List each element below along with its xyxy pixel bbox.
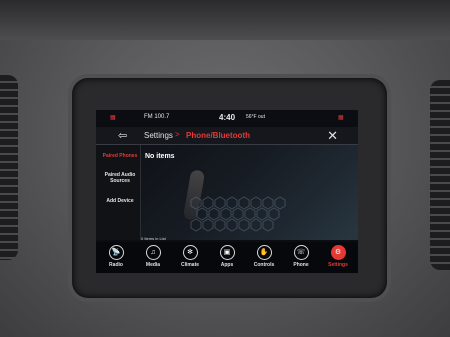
nav-controls[interactable]: ✋ Controls <box>246 242 282 273</box>
hexagon-pattern <box>190 196 286 232</box>
nav-radio[interactable]: 📡 Radio <box>98 242 134 273</box>
back-arrow-icon[interactable]: ⇦ <box>118 129 127 142</box>
sidebar: Paired Phones Paired Audio Sources Add D… <box>96 145 141 240</box>
page-header: ⇦ Settings > Phone/Bluetooth ✕ <box>96 127 358 145</box>
sidebar-item-paired-phones[interactable]: Paired Phones <box>100 153 140 159</box>
phone-icon: ☏ <box>293 245 309 260</box>
dashboard-top <box>0 0 450 40</box>
nav-label: Radio <box>109 262 123 268</box>
bottom-nav-bar: 📡 Radio ♫ Media ✻ Climate ▣ Apps ✋ Contr… <box>96 242 358 273</box>
sidebar-item-add-device[interactable]: Add Device <box>100 198 140 204</box>
radio-tower-icon: 📡 <box>108 245 124 260</box>
content-panel: No items <box>141 145 358 240</box>
media-note-icon: ♫ <box>145 245 161 260</box>
nav-settings[interactable]: ⚙ Settings <box>320 242 356 273</box>
nav-label: Apps <box>220 262 234 268</box>
right-air-vent <box>430 80 450 270</box>
breadcrumb-separator: > <box>175 130 180 139</box>
sidebar-item-paired-audio-sources[interactable]: Paired Audio Sources <box>100 172 140 184</box>
left-air-vent <box>0 75 18 260</box>
nav-label: Media <box>145 262 161 268</box>
list-count: 0 Items in List <box>141 236 166 241</box>
uconnect-apps-icon[interactable]: ▦ <box>110 114 116 121</box>
empty-list-message: No items <box>145 153 175 160</box>
nav-label: Settings <box>328 262 348 268</box>
close-icon[interactable]: ✕ <box>327 128 338 144</box>
settings-gear-icon: ⚙ <box>330 245 346 260</box>
apps-corner-icon[interactable]: ▦ <box>338 114 344 121</box>
clock-time: 4:40 <box>219 113 236 122</box>
nav-media[interactable]: ♫ Media <box>135 242 171 273</box>
radio-status[interactable]: FM 100.7 <box>144 114 169 120</box>
climate-fan-icon: ✻ <box>182 245 198 260</box>
nav-phone[interactable]: ☏ Phone <box>283 242 319 273</box>
nav-label: Controls <box>253 262 275 268</box>
nav-label: Phone <box>293 262 309 268</box>
nav-apps[interactable]: ▣ Apps <box>209 242 245 273</box>
infotainment-screen: ▦ FM 100.7 4:40 56°F out ▦ ⇦ Settings > … <box>96 110 358 273</box>
apps-icon: ▣ <box>219 245 235 260</box>
controls-hand-icon: ✋ <box>256 245 272 260</box>
breadcrumb-settings[interactable]: Settings <box>144 131 173 140</box>
outside-temperature: 56°F out <box>246 114 265 120</box>
nav-climate[interactable]: ✻ Climate <box>172 242 208 273</box>
nav-label: Climate <box>180 262 200 268</box>
breadcrumb-current: Phone/Bluetooth <box>186 131 250 140</box>
status-bar: ▦ FM 100.7 4:40 56°F out ▦ <box>96 110 358 127</box>
